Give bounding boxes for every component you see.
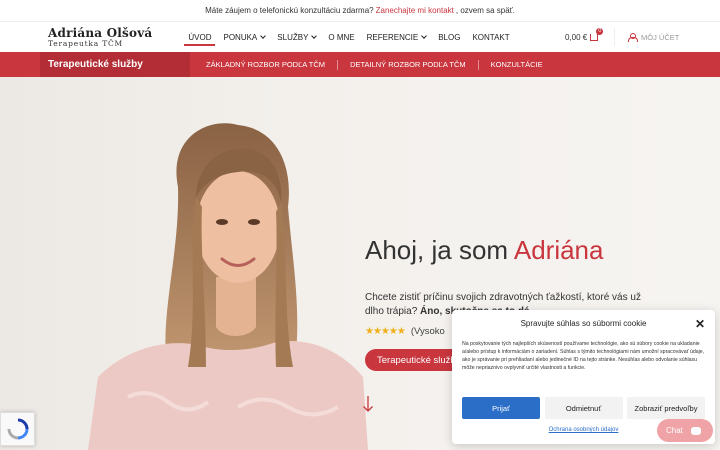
recaptcha-icon bbox=[7, 418, 28, 440]
contact-link[interactable]: Zanechajte mi kontakt bbox=[376, 6, 454, 15]
chevron-down-icon bbox=[421, 32, 428, 39]
main-nav: ÚVOD PONUKA SLUŽBY O MNE REFERENCIE BLOG… bbox=[182, 22, 515, 52]
accept-button[interactable]: Prijať bbox=[462, 397, 540, 419]
nav-label: BLOG bbox=[438, 32, 461, 42]
site-header: Adriána Olšová Terapeutka TČM ÚVOD PONUK… bbox=[0, 22, 720, 52]
chevron-down-icon bbox=[311, 32, 318, 39]
nav-label: REFERENCIE bbox=[366, 32, 419, 42]
cart-total: 0,00 € bbox=[565, 32, 588, 42]
services-subnav: Terapeutické služby ZÁKLADNÝ ROZBOR PODĽ… bbox=[0, 52, 720, 77]
user-icon bbox=[628, 32, 638, 42]
logo[interactable]: Adriána Olšová Terapeutka TČM bbox=[48, 27, 152, 48]
hero-title: Ahoj, ja som Adriána bbox=[365, 235, 603, 266]
logo-subtitle: Terapeutka TČM bbox=[48, 38, 124, 48]
nav-item-kontakt[interactable]: KONTAKT bbox=[466, 22, 515, 52]
logo-name: Adriána Olšová bbox=[48, 25, 153, 40]
subnav-item-detailny-rozbor[interactable]: DETAILNÝ ROZBOR PODĽA TČM bbox=[350, 59, 479, 70]
subnav-item-zakladny-rozbor[interactable]: ZÁKLADNÝ ROZBOR PODĽA TČM bbox=[206, 59, 339, 70]
cart-button[interactable]: 0,00 € 0 bbox=[565, 22, 604, 52]
recaptcha-badge[interactable] bbox=[0, 412, 35, 446]
subnav-items: ZÁKLADNÝ ROZBOR PODĽA TČM DETAILNÝ ROZBO… bbox=[206, 59, 567, 70]
nav-label: PONUKA bbox=[223, 32, 258, 42]
chat-label: Chat bbox=[666, 426, 683, 435]
preferences-button[interactable]: Zobraziť predvoľby bbox=[627, 397, 705, 419]
nav-item-ponuka[interactable]: PONUKA bbox=[217, 22, 271, 52]
chat-button[interactable]: Chat bbox=[657, 419, 713, 442]
close-icon[interactable]: ✕ bbox=[695, 317, 705, 331]
notice-text: Máte záujem o telefonickú konzultáciu zd… bbox=[205, 6, 374, 15]
nav-item-uvod[interactable]: ÚVOD bbox=[182, 22, 217, 52]
arrow-down-icon[interactable] bbox=[362, 395, 374, 413]
chevron-down-icon bbox=[260, 32, 267, 39]
star-rating-icon: ★★★★★ bbox=[365, 326, 406, 337]
cart-count-badge: 0 bbox=[596, 27, 604, 35]
top-notice-bar: Máte záujem o telefonickú konzultáciu zd… bbox=[0, 0, 720, 22]
portrait-photo bbox=[88, 123, 368, 450]
header-divider bbox=[614, 28, 615, 46]
nav-label: ÚVOD bbox=[188, 32, 212, 42]
nav-item-sluzby[interactable]: SLUŽBY bbox=[271, 22, 322, 52]
deny-button[interactable]: Odmietnuť bbox=[544, 397, 623, 419]
nav-label: SLUŽBY bbox=[277, 32, 309, 42]
subnav-item-konzultacie[interactable]: KONZULTÁCIE bbox=[491, 60, 555, 70]
nav-label: O MNE bbox=[328, 32, 355, 42]
nav-item-referencie[interactable]: REFERENCIE bbox=[361, 22, 433, 52]
chat-bubble-icon bbox=[690, 426, 701, 435]
cart-icon: 0 bbox=[590, 27, 604, 41]
cookie-title: Spravujte súhlas so súbormi cookie bbox=[520, 319, 647, 328]
cookie-buttons: Prijať Odmietnuť Zobraziť predvoľby bbox=[462, 397, 705, 419]
nav-item-blog[interactable]: BLOG bbox=[432, 22, 466, 52]
nav-item-o-mne[interactable]: O MNE bbox=[322, 22, 360, 52]
hero-title-start: Ahoj, ja som bbox=[365, 235, 514, 265]
nav-label: KONTAKT bbox=[472, 32, 510, 42]
notice-text-end: , ozvem sa späť. bbox=[455, 6, 515, 15]
hero-title-name: Adriána bbox=[513, 235, 604, 265]
account-label: MÔJ ÚČET bbox=[641, 32, 680, 42]
cookie-body: Na poskytovanie tých najlepších skúsenos… bbox=[462, 341, 705, 371]
subnav-title[interactable]: Terapeutické služby bbox=[40, 52, 190, 77]
rating: ★★★★★ (Vysoko bbox=[365, 326, 445, 337]
account-link[interactable]: MÔJ ÚČET bbox=[628, 22, 679, 52]
rating-text: (Vysoko bbox=[410, 326, 445, 337]
